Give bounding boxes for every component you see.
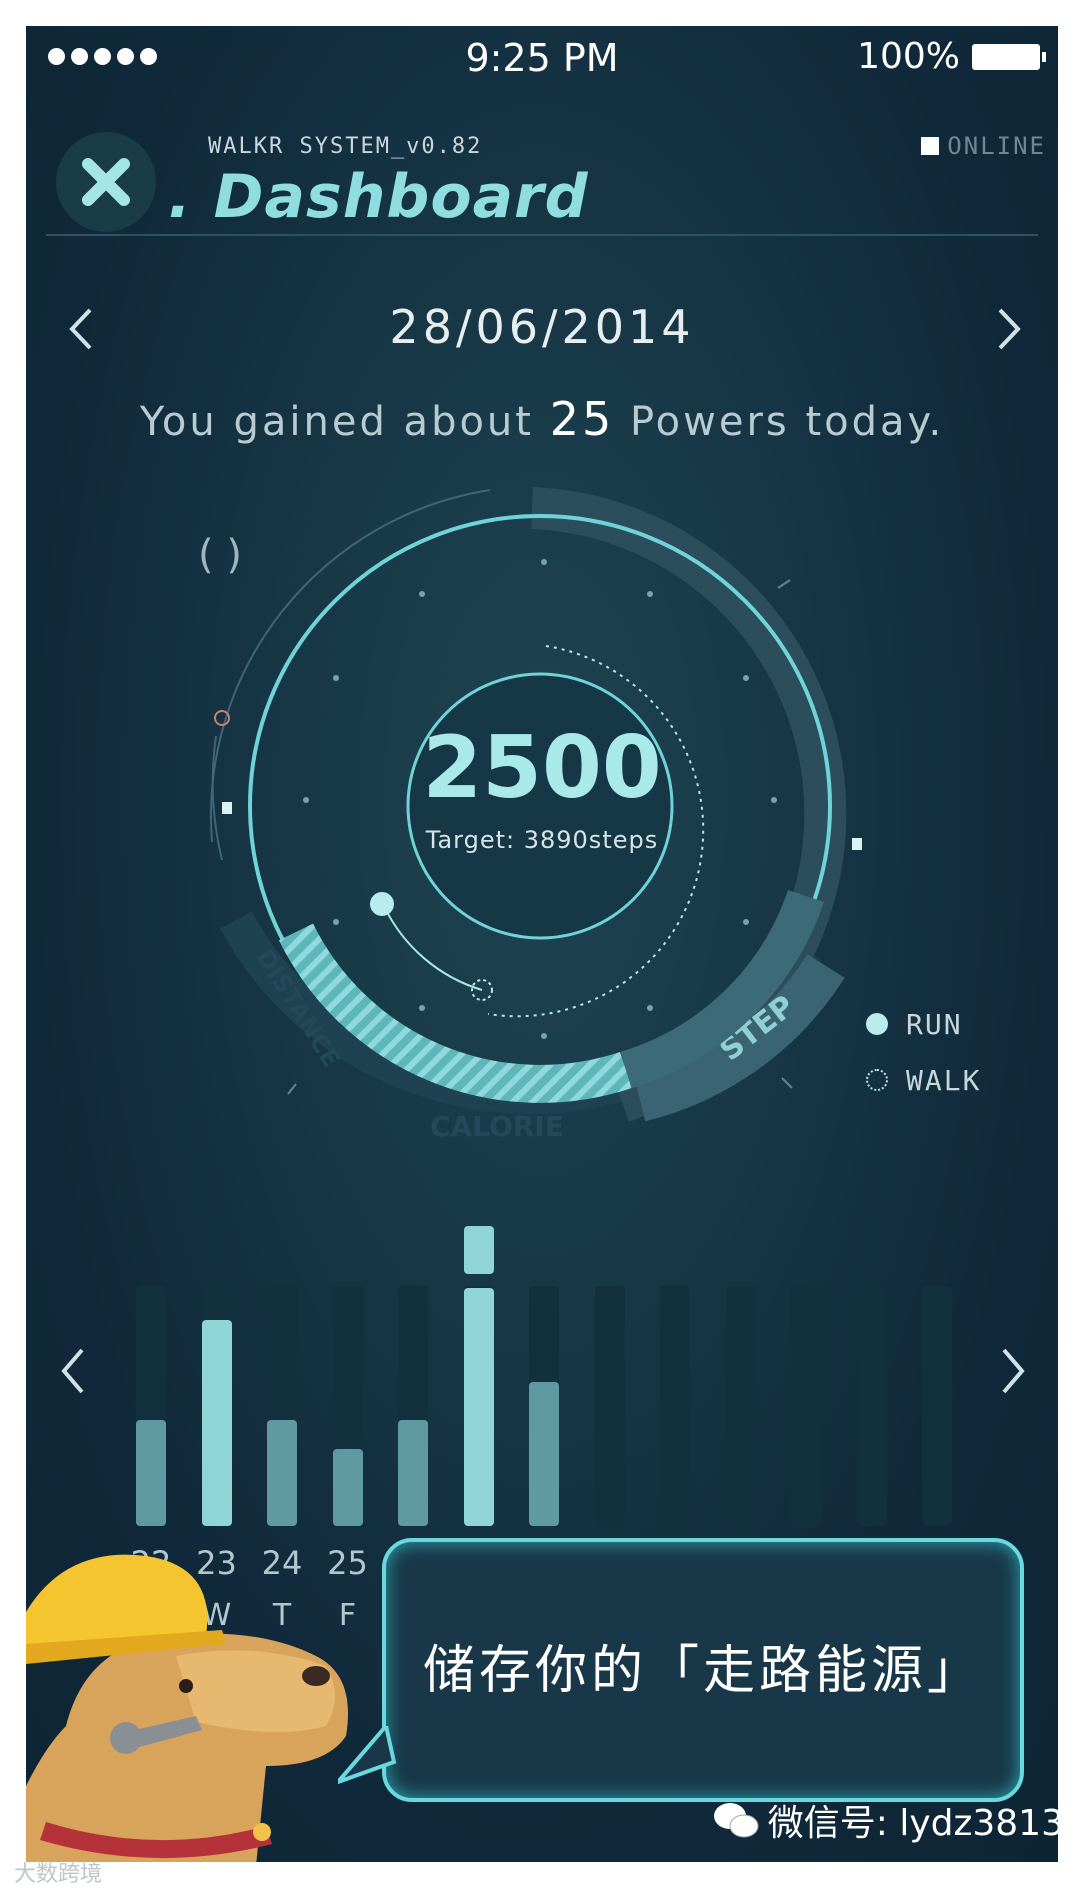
previous-week-button[interactable] [54, 1346, 94, 1396]
gauge-legend: RUN WALK [866, 996, 981, 1108]
battery-status: 100% [857, 36, 1046, 77]
day-bar-25[interactable] [332, 1216, 363, 1536]
battery-icon [972, 43, 1046, 70]
day-bar-27[interactable] [463, 1216, 494, 1536]
next-week-button[interactable] [992, 1346, 1032, 1396]
run-dot-icon [866, 1013, 888, 1035]
close-button[interactable] [56, 132, 156, 232]
date-navigator: 28/06/2014 [26, 296, 1058, 366]
bar-fill [398, 1420, 428, 1526]
legend-run: RUN [866, 996, 981, 1052]
app-screen: 9:25 PM 100% WALKR SYSTEM_v0.82 . Dashbo… [26, 26, 1058, 1862]
bar-fill [529, 1382, 559, 1526]
online-indicator-icon [921, 137, 940, 155]
day-bar-29[interactable] [594, 1216, 625, 1536]
header: WALKR SYSTEM_v0.82 . Dashboard ONLINE [26, 106, 1058, 236]
status-bar: 9:25 PM 100% [26, 26, 1058, 106]
online-label: ONLINE [947, 132, 1046, 160]
bar-track [725, 1286, 756, 1526]
next-day-button[interactable] [984, 306, 1030, 352]
bar-track [791, 1286, 821, 1526]
watermark-text: 微信号: lydz3813 [767, 1803, 1064, 1844]
wechat-watermark: 微信号: lydz3813 [712, 1794, 1064, 1846]
day-bar-22[interactable] [136, 1216, 166, 1536]
day-bar-02[interactable] [791, 1216, 821, 1536]
day-bar-26[interactable] [398, 1216, 428, 1536]
bar-track [856, 1286, 887, 1526]
mascot-dog-illustration [26, 1554, 348, 1862]
corner-watermark: 大数跨境 [14, 1862, 103, 1887]
summary-prefix: You gained about [139, 399, 550, 445]
speech-bubble-text: 储存你的「走路能源」 [422, 1641, 983, 1701]
power-count: 25 [549, 392, 615, 446]
step-target: Target: 3890steps [425, 826, 659, 854]
calorie-arc-label: CALORIE [430, 1110, 564, 1143]
bar-fill [463, 1288, 494, 1526]
day-bar-28[interactable] [529, 1216, 559, 1536]
legend-walk: WALK [866, 1052, 981, 1108]
day-bar-01[interactable] [725, 1216, 756, 1536]
day-bar-03[interactable] [856, 1216, 887, 1536]
bar-fill [267, 1420, 297, 1526]
walk-dot-icon [866, 1069, 888, 1091]
bracket-icon: ( ) [198, 532, 242, 578]
summary-suffix: Powers today. [614, 399, 945, 445]
bar-overflow-cap [463, 1226, 494, 1274]
day-bar-04[interactable] [922, 1216, 952, 1536]
bar-track [922, 1286, 952, 1526]
step-count: 2500 [422, 718, 662, 818]
legend-run-label: RUN [906, 1007, 963, 1041]
bar-track [594, 1286, 625, 1526]
bar-track [660, 1286, 690, 1526]
bar-fill [332, 1449, 363, 1526]
header-divider [46, 234, 1038, 236]
speech-bubble: 储存你的「走路能源」 [382, 1538, 1024, 1802]
run-marker [370, 892, 394, 916]
speech-bubble-tail [338, 1726, 397, 1785]
wechat-icon [713, 1803, 759, 1838]
current-date: 28/06/2014 [389, 300, 695, 354]
legend-walk-label: WALK [906, 1063, 982, 1097]
day-bar-30[interactable] [660, 1216, 690, 1536]
online-status: ONLINE [921, 132, 1046, 160]
bar-fill [136, 1420, 166, 1526]
page-title: . Dashboard [168, 162, 589, 232]
day-bar-24[interactable] [267, 1216, 297, 1536]
bar-fill [201, 1320, 232, 1526]
system-version: WALKR SYSTEM_v0.82 [208, 134, 483, 159]
day-bar-23[interactable] [201, 1216, 232, 1536]
battery-percent: 100% [857, 36, 960, 77]
power-summary: You gained about 25 Powers today. [26, 392, 1058, 446]
close-icon [82, 158, 130, 206]
